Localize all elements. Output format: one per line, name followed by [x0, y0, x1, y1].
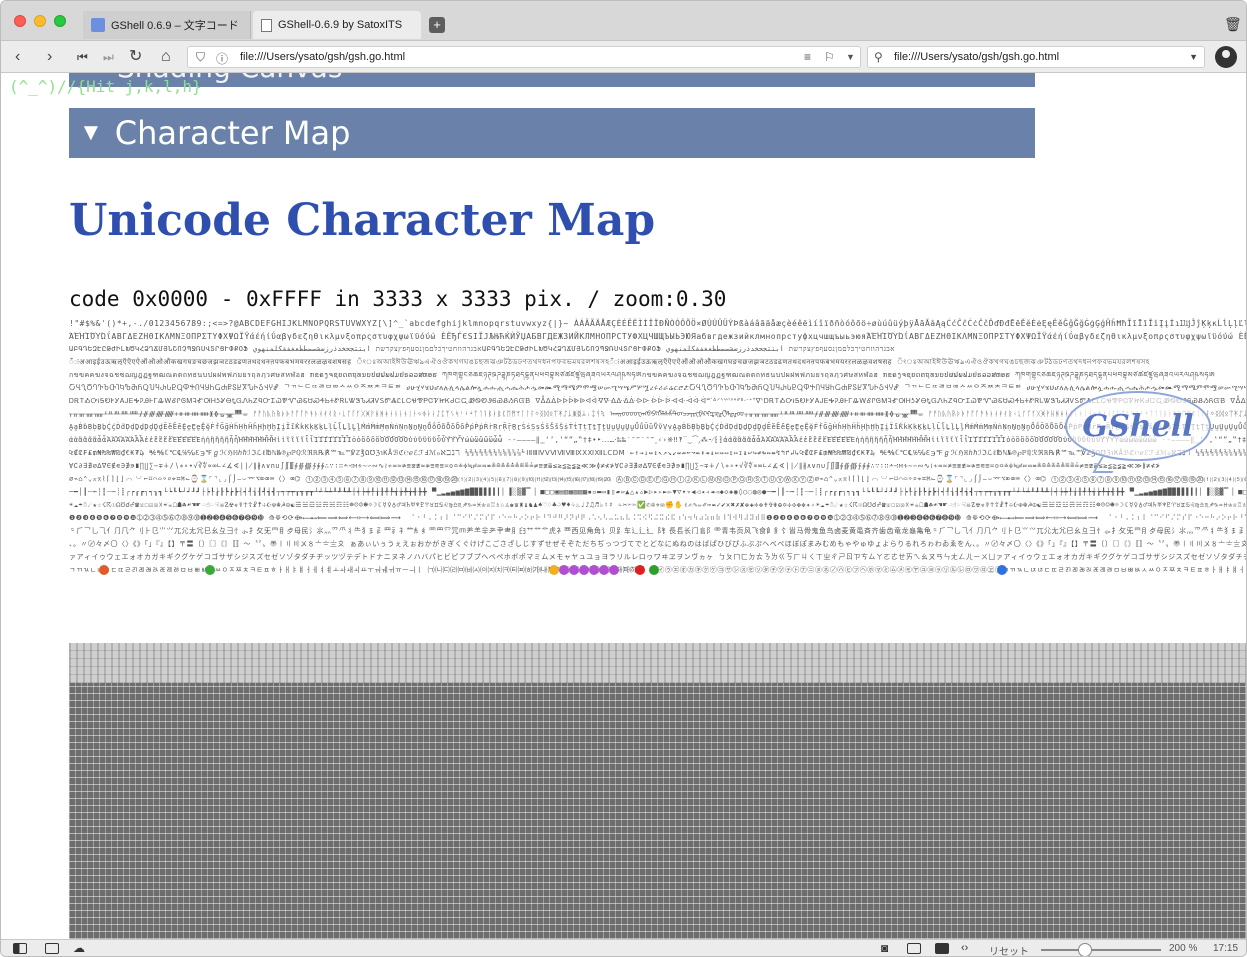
back-icon[interactable]: ‹: [15, 47, 20, 67]
minimize-window-button[interactable]: [34, 15, 46, 27]
character-row: ∀∁∂∃∄∅∆∇∈∉∊∋∌∍∎∏∐∑−∓∔∕∖∗∘∙√∛∜∝∞∟∠∡∢∣∤∥∦∧…: [69, 462, 1161, 470]
gshell-logo: GShell: [1065, 391, 1211, 461]
image-icon[interactable]: [935, 943, 949, 954]
character-map-canvas[interactable]: !"#$%&'()*+,-./0123456789:;<=>?@ABCDEFGH…: [69, 313, 1247, 939]
emoji-glyph: [569, 565, 579, 575]
character-row: ँंःअआइईउऊऋऌऍऎएऐऑऒओऔकखगघङचछजझञटठडढणतथदधनऩ…: [69, 358, 1150, 366]
clock: 17:15: [1213, 943, 1239, 954]
section-header-character-map[interactable]: ▼ Character Map: [69, 108, 1035, 158]
search-field[interactable]: ⚲ file:///Users/ysato/gsh/gsh.go.html ▼: [867, 46, 1205, 68]
window-icon[interactable]: [907, 943, 921, 954]
tab-gshell-satoxits[interactable]: GShell-0.6.9 by SatoxITS: [253, 11, 421, 39]
section-header-label: Character Map: [114, 114, 351, 152]
character-row: ΆΈΉΊΌΎΏΐΑΒΓΔΕΖΗΘΙΚΛΜΝΞΟΠΡΣΤΥΦΧΨΩΪΫάέήίΰα…: [69, 332, 1246, 341]
key-hint: (^_^)//{Hit j,k,l,h}: [9, 77, 202, 96]
tab-label: GShell-0.6.9 by SatoxITS: [278, 19, 403, 31]
profile-icon[interactable]: [1215, 46, 1237, 68]
character-row: ─━│┃┄┅┆┇┈┉┊┋┌┍┎┏┐┑┒┓└┕┖┗┘┙┚┛├┝┞┟┠┡┢┣┤┥┦┧…: [69, 488, 1246, 496]
close-window-button[interactable]: [14, 15, 26, 27]
chevron-down-icon[interactable]: ▼: [846, 52, 855, 62]
code-range-info: code 0x0000 - 0xFFFF in 3333 x 3333 pix.…: [69, 287, 727, 311]
status-bar: ☁ ◙ ‹› リセット 200 % 17:15: [1, 939, 1246, 956]
character-row: !"#$%&'()*+,-./0123456789:;<=>?@ABCDEFGH…: [69, 319, 1246, 328]
emoji-row: [69, 565, 1246, 577]
emoji-glyph: [649, 565, 659, 575]
new-tab-button[interactable]: +: [429, 17, 445, 33]
tab-strip: GShell 0.6.9 – 文字コード GShell-0.6.9 by Sat…: [1, 1, 1246, 41]
emoji-glyph: [99, 565, 109, 575]
url-text: file:///Users/ysato/gsh/gsh.go.html: [240, 51, 406, 63]
rewind-icon[interactable]: ⏮: [77, 47, 88, 67]
search-dropdown-icon[interactable]: ▼: [1189, 52, 1198, 62]
emoji-glyph: [609, 565, 619, 575]
url-field[interactable]: ⛉ ⓘ file:///Users/ysato/gsh/gsh.go.html …: [187, 46, 861, 68]
cjk-sparse-region: [69, 643, 1246, 683]
character-row: ԱԲԳԴԵԶԷԸԹԺԻԼԽԾԿՀՁՂՃՄՅՆՇՈՉՊՋՌՍՎՏՐՑՒՓՔՕՖ א…: [69, 345, 895, 353]
page-title: Unicode Character Map: [69, 195, 656, 246]
search-icon: ⚲: [874, 50, 883, 64]
emoji-glyph: [579, 565, 589, 575]
sidebar-toggle-icon[interactable]: [13, 943, 27, 954]
gshell-favicon-icon: [91, 18, 105, 32]
reload-icon[interactable]: ↻: [129, 47, 142, 67]
emoji-glyph: [549, 565, 559, 575]
code-icon[interactable]: ‹›: [961, 942, 968, 954]
document-icon: [261, 18, 272, 32]
emoji-glyph: [559, 565, 569, 575]
reset-zoom-button[interactable]: リセット: [989, 943, 1029, 956]
emoji-glyph: [599, 565, 609, 575]
fast-forward-icon[interactable]: ⏭: [103, 47, 114, 67]
character-row: 、。〃〄々〆〇〈〉《》「」『』【】〒〓〔〕〖〗〘〙〚〛〜〝〞〟〠〡〢〣〤〥〦〧〨…: [69, 540, 1247, 548]
reader-view-icon[interactable]: ≡: [804, 50, 811, 64]
trash-icon[interactable]: 🗑: [1224, 16, 1242, 32]
character-row: ⌀⌁⌂⌃⌄⌅⌆⌇⌈⌉⌊⌋⌌⌍⌎⌏⌐⌑⌒⌓⌔⌕⌖⌗⌘⌙⌚⌛⌜⌝⌞⌟⌠⌡⌢⌣⌤⌥⌦⌧…: [69, 475, 1246, 483]
browser-window: GShell 0.6.9 – 文字コード GShell-0.6.9 by Sat…: [0, 0, 1247, 957]
camera-icon[interactable]: ◙: [881, 941, 888, 955]
character-row: ァアィイゥウェエォオカガキギクグケゲコゴサザシジスズセゼソゾタダチヂッツヅテデト…: [69, 553, 1246, 561]
emoji-glyph: [589, 565, 599, 575]
cloud-icon[interactable]: ☁: [73, 941, 85, 955]
character-row: ❶❷❸❹❺❻❼❽❾❿➀➁➂➃➄➅➆➇➈➉➊➋➌➍➎➏➐➑➒➓ ⟰⟱⟲⟳⟴⟵⟶⟷⟸…: [69, 514, 1246, 522]
gshell-logo-text: GShell: [1082, 408, 1194, 444]
section-header-shading-canvas[interactable]: Shading Canvas: [69, 73, 1035, 87]
bookmark-icon[interactable]: ⚐: [824, 50, 835, 64]
zoom-window-button[interactable]: [54, 15, 66, 27]
character-row: ႠႡႢႣႤႥႦႧႨႩႪႫႬႭႮႯႰႱႲႳႴႵႶႷႸႹႺႻႼႽႾႿჀჁჂჃჄჅ ᄀ…: [69, 384, 1247, 392]
character-row: ᎠᎡᎢᎣᎤᎥᎦᎧᎨᎩᎪᎫᎬᎭᎮᎯᎰᎱᎲᎳᎴᎵᎶᎷᎸᎹᎺᎻᎼᎽᎾᎿᏀᏁᏂᏃᏄᏅᏆᏇ…: [69, 397, 1247, 405]
page-content: Shading Canvas (^_^)//{Hit j,k,l,h} ▼ Ch…: [1, 73, 1247, 939]
emoji-glyph: [205, 565, 215, 575]
zoom-slider-handle[interactable]: [1078, 943, 1092, 956]
forward-icon[interactable]: ›: [47, 47, 52, 67]
navigation-toolbar: ‹ › ⏮ ⏭ ↻ ⌂ ⛉ ⓘ file:///Users/ysato/gsh/…: [1, 41, 1246, 73]
character-row: ⺀⺁⺂⺃⺄⺅⺆⺇⺈⺉⺊⺋⺌⺍⺎⺏⺐⺑⺒⺓⺔⺕⺖⺗⺘⺙⺛⺜⺝⺞⺟⺠⺡⺢⺣⺤⺥⺦⺧⺨…: [69, 527, 1247, 535]
character-row: กขฃคฅฆงจฉชซฌญฎฏฐฑฒณดตถทธนบปผฝพฟภมยรฤลฦวศ…: [69, 371, 1216, 379]
info-icon[interactable]: ⓘ: [216, 50, 228, 67]
disclosure-triangle-icon[interactable]: ▼: [79, 119, 103, 147]
panel-icon[interactable]: [45, 943, 59, 954]
emoji-glyph: [635, 565, 645, 575]
tab-label: GShell 0.6.9 – 文字コード: [111, 20, 239, 32]
emoji-glyph: [997, 565, 1007, 575]
zoom-slider-track[interactable]: [1041, 949, 1161, 951]
search-text: file:///Users/ysato/gsh/gsh.go.html: [894, 51, 1060, 63]
home-icon[interactable]: ⌂: [161, 47, 171, 67]
zoom-level: 200 %: [1169, 943, 1198, 954]
cjk-dense-region: [69, 683, 1246, 939]
shield-icon[interactable]: ⛉: [196, 50, 205, 65]
character-row: ₠₡₢₣₤₥₦₧₨₩₪₫€₭₮₯ ℀℁ℂ℃℄℅℆ℇ℈℉ℊℋℌℍℎℏℐℑℒℓ℔ℕ№…: [69, 449, 1247, 457]
character-row: ☀☁☂☃☄★☆☇☈☉☊☋☌☍☎☏☐☑☒☓☔☕☖☗☘☙☚☛☜☝☞☟☠☡☢☣☤☥☦☧…: [69, 501, 1247, 509]
tab-gshell-charcode[interactable]: GShell 0.6.9 – 文字コード: [83, 11, 251, 39]
